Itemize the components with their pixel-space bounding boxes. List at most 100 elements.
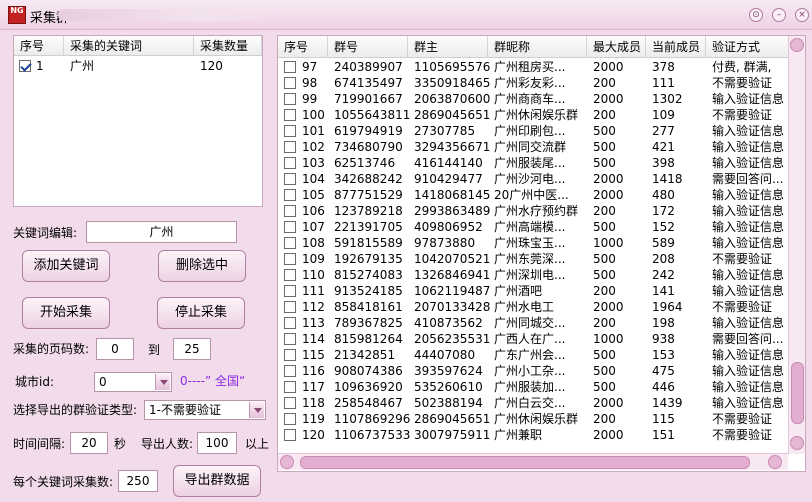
add-keyword-button[interactable]: 添加关键词 <box>22 250 110 282</box>
scroll-right-icon[interactable] <box>768 455 782 469</box>
table-row[interactable]: 99 719901667 2063870600 广州商商车... 2000 1302 输入验… <box>278 91 788 107</box>
page-to-input[interactable]: 25 <box>173 338 211 360</box>
table-row[interactable]: 107 221391705 409806952 广州高端模... 500 152 输入验证信… <box>278 219 788 235</box>
row-checkbox[interactable] <box>284 93 296 105</box>
row-checkbox[interactable] <box>284 333 296 345</box>
row-checkbox[interactable] <box>284 125 296 137</box>
export-groups-button[interactable]: 导出群数据 <box>173 465 261 497</box>
cell-group-id: 62513746 <box>334 156 396 170</box>
row-checkbox[interactable] <box>284 61 296 73</box>
row-checkbox[interactable] <box>284 77 296 89</box>
start-collect-button[interactable]: 开始采集 <box>22 297 110 329</box>
row-checkbox[interactable] <box>284 221 296 233</box>
row-checkbox[interactable] <box>284 173 296 185</box>
vertical-scroll-thumb[interactable] <box>791 362 804 424</box>
export-count-input[interactable]: 100 <box>197 432 237 454</box>
row-checkbox[interactable] <box>284 349 296 361</box>
cell-group-id: 258548467 <box>334 396 403 410</box>
table-row[interactable]: 111 913524185 1062119487 广州酒吧 200 141 输入验证信息 <box>278 283 788 299</box>
table-row[interactable]: 112 858418161 2070133428 广州水电工 2000 1964 不需要验证 <box>278 299 788 315</box>
table-row[interactable]: 97 240389907 1105695576 广州租房买... 2000 378 付费, … <box>278 59 788 75</box>
scroll-up-icon[interactable] <box>790 38 804 52</box>
col-header-nickname[interactable]: 群昵称 <box>488 36 587 58</box>
col-header-index[interactable]: 序号 <box>14 36 64 56</box>
cell-max-members: 500 <box>593 220 616 234</box>
row-checkbox[interactable] <box>284 237 296 249</box>
table-row[interactable]: 108 591815589 97873880 广州珠宝玉... 1000 589 输入验证信… <box>278 235 788 251</box>
row-checkbox[interactable] <box>284 397 296 409</box>
row-checkbox[interactable] <box>284 157 296 169</box>
verify-type-label: 选择导出的群验证类型: <box>13 403 138 417</box>
row-checkbox[interactable] <box>284 269 296 281</box>
table-row[interactable]: 109 192679135 1042070521 广州东莞深... 500 208 不需要验… <box>278 251 788 267</box>
chevron-down-icon[interactable] <box>155 374 170 390</box>
table-row[interactable]: 103 62513746 416144140 广州服装尾... 500 398 输入验证信息 <box>278 155 788 171</box>
table-row[interactable]: 117 109636920 535260610 广州服装加... 500 446 输入验证信… <box>278 379 788 395</box>
col-header-group-id[interactable]: 群号 <box>328 36 408 58</box>
col-header-index[interactable]: 序号 <box>278 36 328 58</box>
row-checkbox[interactable] <box>284 205 296 217</box>
row-checkbox[interactable] <box>19 60 31 72</box>
table-row[interactable]: 101 619794919 27307785 广州印刷包... 500 277 输入验证信息 <box>278 123 788 139</box>
horizontal-scrollbar[interactable] <box>278 453 788 470</box>
row-checkbox[interactable] <box>284 365 296 377</box>
table-row[interactable]: 116 908074386 393597624 广州小工杂... 500 475 输入验证信… <box>278 363 788 379</box>
col-header-max-members[interactable]: 最大成员 <box>587 36 646 58</box>
table-row[interactable]: 106 123789218 2993863489 广州水疗预约群 200 172 输入验证信… <box>278 203 788 219</box>
cell-index: 101 <box>302 124 325 138</box>
verify-type-select[interactable]: 1-不需要验证 <box>144 400 266 420</box>
scroll-left-icon[interactable] <box>280 455 294 469</box>
table-row[interactable]: 98 674135497 3350918465 广州彩友彩... 200 111 不需要验证 <box>278 75 788 91</box>
row-checkbox[interactable] <box>284 317 296 329</box>
row-checkbox[interactable] <box>284 413 296 425</box>
col-header-count[interactable]: 采集数量 <box>194 36 262 56</box>
table-row[interactable]: 102 734680790 3294356671 广州同交流群 500 421 输入验证信息 <box>278 139 788 155</box>
table-row[interactable]: 115 21342851 44407080 广东广州会... 500 153 输入验证信息 <box>278 347 788 363</box>
cell-group-id: 342688242 <box>334 172 403 186</box>
table-row[interactable]: 100 1055643811 2869045651 广州休闲娱乐群 200 109 不需要验… <box>278 107 788 123</box>
cell-max-members: 200 <box>593 76 616 90</box>
row-checkbox[interactable] <box>284 141 296 153</box>
table-row[interactable]: 119 1107869296 2869045651 广州休闲娱乐群 200 115 不需要验… <box>278 411 788 427</box>
table-row[interactable]: 120 1106737533 3007975911 广州兼职 2000 151 不需要验证 <box>278 427 788 443</box>
delete-selected-button[interactable]: 删除选中 <box>158 250 246 282</box>
table-row[interactable]: 104 342688242 910429477 广州沙河电... 2000 1418 需要回… <box>278 171 788 187</box>
col-header-owner[interactable]: 群主 <box>408 36 488 58</box>
cell-max-members: 200 <box>593 284 616 298</box>
col-header-current-members[interactable]: 当前成员 <box>646 36 706 58</box>
cell-index: 111 <box>302 284 325 298</box>
city-select[interactable]: 0 <box>94 372 172 392</box>
page-from-input[interactable]: 0 <box>96 338 134 360</box>
row-checkbox[interactable] <box>284 429 296 441</box>
per-keyword-input[interactable]: 250 <box>118 470 158 492</box>
vertical-scrollbar[interactable] <box>788 36 805 454</box>
table-row[interactable]: 113 789367825 410873562 广州同城交... 200 198 输入验证信… <box>278 315 788 331</box>
close-icon[interactable]: × <box>795 8 809 22</box>
stop-collect-button[interactable]: 停止采集 <box>157 297 245 329</box>
row-checkbox[interactable] <box>284 109 296 121</box>
row-checkbox[interactable] <box>284 285 296 297</box>
row-checkbox[interactable] <box>284 253 296 265</box>
keyword-list[interactable]: 序号 采集的关键词 采集数量 1 广州 120 <box>13 35 263 207</box>
keyword-edit-input[interactable]: 广州 <box>86 221 237 243</box>
cell-group-id: 21342851 <box>334 348 396 362</box>
scroll-down-icon[interactable] <box>790 436 804 450</box>
table-row[interactable]: 114 815981264 2056235531 广西人在广... 1000 938 需要回… <box>278 331 788 347</box>
help-icon[interactable]: ⊙ <box>749 8 763 22</box>
groups-table[interactable]: 序号 群号 群主 群昵称 最大成员 当前成员 验证方式 97 240389907 1… <box>277 35 806 472</box>
chevron-down-icon[interactable] <box>249 402 264 418</box>
col-header-keyword[interactable]: 采集的关键词 <box>64 36 194 56</box>
cell-max-members: 2000 <box>593 396 624 410</box>
row-checkbox[interactable] <box>284 189 296 201</box>
table-row[interactable]: 118 258548467 502388194 广州白云交... 2000 1439 输入验… <box>278 395 788 411</box>
horizontal-scroll-thumb[interactable] <box>300 456 750 469</box>
minimize-icon[interactable]: – <box>772 8 786 22</box>
row-checkbox[interactable] <box>284 381 296 393</box>
cell-group-id: 734680790 <box>334 140 403 154</box>
table-row[interactable]: 105 877751529 1418068145 20广州中医... 2000 480 输入… <box>278 187 788 203</box>
cell-current-members: 1418 <box>652 172 683 186</box>
row-checkbox[interactable] <box>284 301 296 313</box>
list-item[interactable]: 1 广州 120 <box>14 57 262 75</box>
interval-input[interactable]: 20 <box>70 432 108 454</box>
table-row[interactable]: 110 815274083 1326846941 广州深圳电... 500 242 输入验证… <box>278 267 788 283</box>
